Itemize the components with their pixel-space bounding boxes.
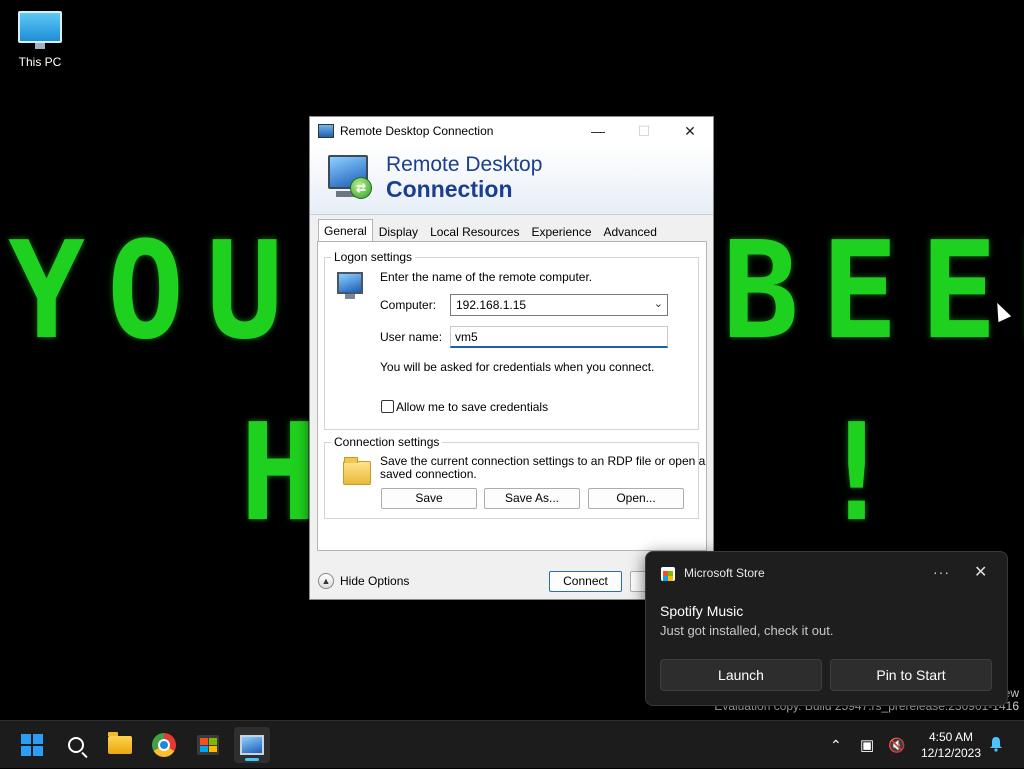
start-button[interactable] <box>14 727 50 763</box>
chrome-icon <box>152 733 176 757</box>
volume-button[interactable]: 🔇 <box>888 721 905 769</box>
maximize-button: ☐ <box>637 122 651 139</box>
connection-description-line1: Save the current connection settings to … <box>380 454 706 468</box>
search-button[interactable] <box>58 727 94 763</box>
folder-icon <box>343 457 371 485</box>
desktop-icon-this-pc[interactable]: This PC <box>12 8 68 69</box>
notification-body: Just got installed, check it out. <box>660 623 834 638</box>
rdp-taskbar-button[interactable] <box>234 727 270 763</box>
notification-bell-icon[interactable] <box>988 736 1004 752</box>
clock[interactable]: 4:50 AM 12/12/2023 <box>916 729 986 761</box>
logon-settings-group: Logon settings Enter the name of the rem… <box>324 250 699 430</box>
username-input[interactable]: vm5 <box>450 326 668 348</box>
general-tab-panel: Logon settings Enter the name of the rem… <box>317 241 707 551</box>
search-icon <box>68 737 84 753</box>
connect-button[interactable]: Connect <box>549 571 622 592</box>
credentials-note: You will be asked for credentials when y… <box>380 360 655 374</box>
notification-heading: Spotify Music <box>660 603 744 619</box>
wallpaper-text-you: YOU <box>8 213 306 370</box>
computer-icon <box>337 272 363 299</box>
title-bar[interactable]: Remote Desktop Connection — ☐ ✕ <box>310 117 713 145</box>
hide-options-toggle[interactable]: ▲ Hide Options <box>318 573 409 589</box>
network-status-button[interactable]: ▣ <box>860 721 874 769</box>
rdp-icon <box>240 735 264 755</box>
more-options-icon[interactable]: ··· <box>933 564 950 580</box>
wallpaper-text-exclaim: ! <box>818 395 918 552</box>
save-as-button[interactable]: Save As... <box>484 488 580 509</box>
hide-options-label: Hide Options <box>340 574 410 588</box>
rdp-banner: ⇄ Remote Desktop Connection <box>310 145 713 215</box>
rdp-app-icon <box>318 124 334 138</box>
wallpaper-text-been: BEEN <box>722 213 1024 370</box>
store-icon <box>197 735 219 755</box>
microsoft-store-icon <box>661 567 675 581</box>
connect-arrow-icon: ⇄ <box>350 177 372 199</box>
volume-muted-icon: 🔇 <box>888 736 906 753</box>
connection-settings-legend: Connection settings <box>331 435 443 449</box>
banner-title-line1: Remote Desktop <box>386 153 543 176</box>
tab-general[interactable]: General <box>318 219 373 243</box>
close-button[interactable]: ✕ <box>667 117 713 145</box>
active-indicator <box>245 758 259 761</box>
file-explorer-button[interactable] <box>102 727 138 763</box>
banner-title-line2: Connection <box>386 176 513 202</box>
notification-toast[interactable]: Microsoft Store ··· ✕ Spotify Music Just… <box>645 551 1008 706</box>
logon-settings-legend: Logon settings <box>331 250 416 264</box>
save-credentials-label[interactable]: Allow me to save credentials <box>396 400 548 414</box>
rdp-window: Remote Desktop Connection — ☐ ✕ ⇄ Remote… <box>309 116 714 600</box>
close-icon[interactable]: ✕ <box>974 562 987 582</box>
computer-value: 192.168.1.15 <box>456 298 527 312</box>
computer-label: Computer: <box>380 298 437 312</box>
monitor-icon <box>18 11 62 49</box>
connection-settings-group: Connection settings Save the current con… <box>324 435 705 519</box>
desktop-icon-label: This PC <box>18 55 62 69</box>
clock-date: 12/12/2023 <box>920 746 982 760</box>
open-button[interactable]: Open... <box>588 488 684 509</box>
connection-description-line2: saved connection. <box>380 467 477 481</box>
window-title: Remote Desktop Connection <box>340 124 494 138</box>
file-explorer-icon <box>108 732 132 754</box>
notification-app-name: Microsoft Store <box>684 566 765 580</box>
chrome-button[interactable] <box>146 727 182 763</box>
username-label: User name: <box>380 330 443 344</box>
computer-combobox[interactable]: 192.168.1.15 ⌄ <box>450 294 668 316</box>
logon-intro-text: Enter the name of the remote computer. <box>380 270 593 284</box>
pin-to-start-button[interactable]: Pin to Start <box>830 659 992 691</box>
network-icon: ▣ <box>860 737 875 754</box>
microsoft-store-button[interactable] <box>190 727 226 763</box>
show-hidden-icons-button[interactable]: ⌃ <box>830 721 842 769</box>
chevron-up-icon: ⌃ <box>830 736 842 753</box>
save-button[interactable]: Save <box>381 488 477 509</box>
save-credentials-checkbox[interactable] <box>381 400 394 413</box>
clock-time: 4:50 AM <box>928 730 974 744</box>
minimize-button[interactable]: — <box>575 117 621 145</box>
chevron-down-icon[interactable]: ⌄ <box>654 297 663 310</box>
windows-logo-icon <box>21 734 43 756</box>
launch-button[interactable]: Launch <box>660 659 822 691</box>
chevron-up-icon: ▲ <box>318 573 334 589</box>
taskbar: ⌃ ▣ 🔇 4:50 AM 12/12/2023 <box>0 720 1024 768</box>
